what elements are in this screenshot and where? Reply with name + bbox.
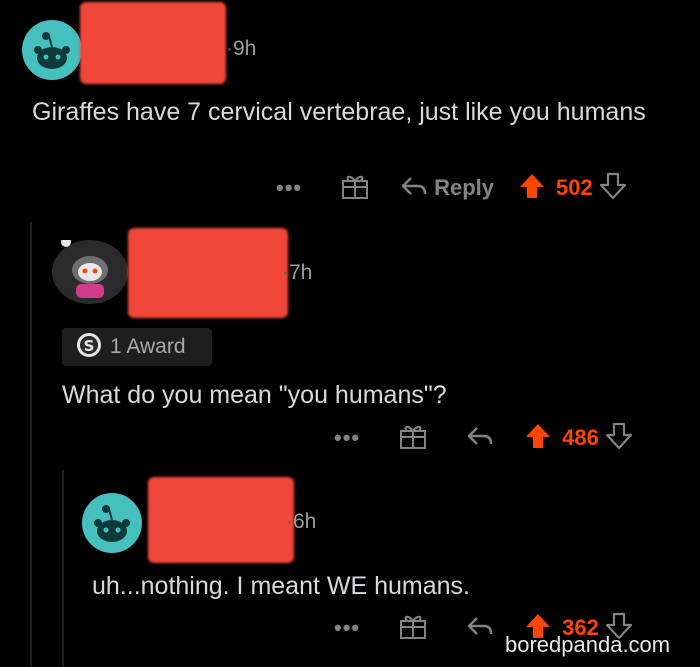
- comment-body: uh...nothing. I meant WE humans.: [92, 572, 470, 600]
- thread-line-level-1[interactable]: [30, 222, 32, 667]
- more-options-button[interactable]: •••: [334, 425, 360, 451]
- thread-line-level-2[interactable]: [62, 470, 64, 667]
- redacted-username: [148, 477, 294, 563]
- snoo-avatar-icon: [61, 240, 108, 298]
- redacted-username: [80, 2, 226, 84]
- comment-body: What do you mean "you humans"?: [62, 381, 447, 409]
- comment-timestamp: 9h: [226, 37, 256, 61]
- reply-arrow-icon[interactable]: [466, 424, 494, 453]
- avatar[interactable]: [52, 240, 128, 304]
- downvote-arrow-icon[interactable]: [599, 171, 627, 206]
- redacted-username: [128, 228, 288, 318]
- upvote-arrow-icon[interactable]: [524, 421, 552, 456]
- reply-arrow-icon[interactable]: [466, 614, 494, 643]
- downvote-arrow-icon[interactable]: [605, 421, 633, 456]
- more-options-button[interactable]: •••: [276, 175, 302, 201]
- avatar[interactable]: [82, 493, 142, 553]
- award-badge[interactable]: S 1 Award: [62, 328, 212, 366]
- award-count-label: 1 Award: [110, 335, 186, 358]
- upvote-arrow-icon[interactable]: [518, 171, 546, 206]
- snoo-avatar-icon: [34, 32, 70, 69]
- reply-label: Reply: [434, 175, 495, 200]
- comment-actions: ••• Reply 502: [276, 171, 627, 205]
- avatar[interactable]: [22, 20, 82, 80]
- snoo-avatar-icon: [94, 505, 130, 542]
- gift-icon[interactable]: [398, 612, 428, 645]
- gift-icon[interactable]: [340, 172, 370, 205]
- comment-timestamp: 7h: [282, 261, 312, 285]
- more-options-button[interactable]: •••: [334, 615, 360, 641]
- reply-arrow-icon: [400, 174, 428, 203]
- comment-timestamp: 6h: [286, 510, 316, 534]
- vote-score: 502: [556, 175, 593, 200]
- comment-body: Giraffes have 7 cervical vertebrae, just…: [32, 98, 646, 126]
- reply-button[interactable]: Reply: [400, 174, 494, 203]
- svg-text:S: S: [84, 337, 95, 355]
- vote-score: 486: [562, 425, 599, 450]
- comment-actions: ••• 486: [334, 421, 633, 455]
- silver-award-icon: S: [76, 332, 102, 363]
- gift-icon[interactable]: [398, 422, 428, 455]
- watermark: boredpanda.com: [505, 632, 671, 657]
